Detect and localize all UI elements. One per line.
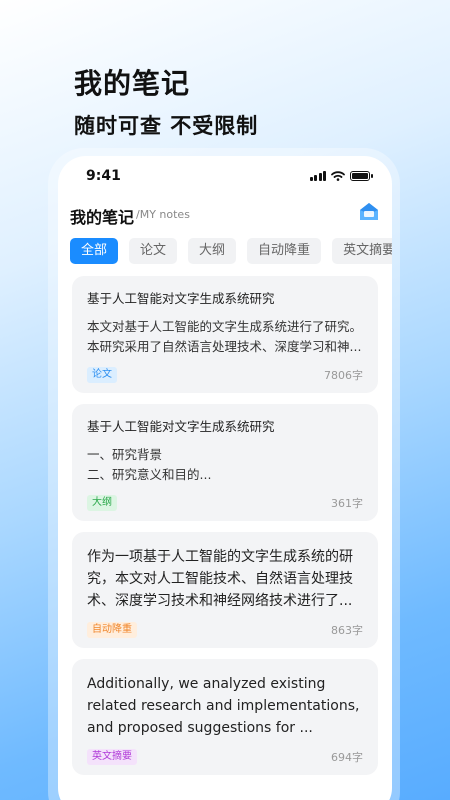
promo-title: 我的笔记 <box>74 67 191 100</box>
note-excerpt: 作为一项基于人工智能的文字生成系统的研 究，本文对人工智能技术、自然语言处理技 … <box>87 546 363 612</box>
category-tabs: 全部 论文 大纲 自动降重 英文摘要 <box>70 238 392 264</box>
promo-banner: 我的笔记 随时可查 不受限制 <box>74 62 258 140</box>
wifi-icon <box>331 171 345 181</box>
note-word-count: 361字 <box>331 497 363 510</box>
note-excerpt-line: 本文对基于人工智能的文字生成系统进行了研究。 <box>87 319 363 334</box>
note-excerpt-line: and proposed suggestions for ... <box>87 720 313 736</box>
note-excerpt-line: 本研究采用了自然语言处理技术、深度学习和神... <box>87 339 362 354</box>
note-card[interactable]: 作为一项基于人工智能的文字生成系统的研 究，本文对人工智能技术、自然语言处理技 … <box>72 532 378 648</box>
note-card[interactable]: Additionally, we analyzed existing relat… <box>72 659 378 775</box>
tab-paper[interactable]: 论文 <box>129 238 178 264</box>
tab-auto-rewrite[interactable]: 自动降重 <box>247 238 322 264</box>
note-title: 基于人工智能对文字生成系统研究 <box>87 291 275 306</box>
status-time: 9:41 <box>86 168 121 184</box>
note-excerpt-line: 二、研究意义和目的... <box>87 467 212 482</box>
note-excerpt: 一、研究背景 二、研究意义和目的... <box>87 445 363 485</box>
status-bar: 9:41 <box>58 156 392 196</box>
promo-subtitle: 随时可查 不受限制 <box>74 114 259 138</box>
note-footer: 论文 7806字 <box>87 357 363 393</box>
note-excerpt-line: 作为一项基于人工智能的文字生成系统的研 <box>87 549 353 565</box>
tab-outline[interactable]: 大纲 <box>188 238 237 264</box>
note-footer: 自动降重 863字 <box>87 612 363 648</box>
notebook-icon[interactable] <box>358 202 380 222</box>
note-excerpt-line: 术、深度学习技术和神经网络技术进行了... <box>87 593 353 609</box>
note-footer: 英文摘要 694字 <box>87 739 363 775</box>
note-excerpt: Additionally, we analyzed existing relat… <box>87 673 363 739</box>
status-icons <box>309 171 373 181</box>
note-excerpt-line: 一、研究背景 <box>87 447 163 462</box>
note-card[interactable]: 基于人工智能对文字生成系统研究 本文对基于人工智能的文字生成系统进行了研究。 本… <box>72 276 378 393</box>
page-subtitle: /MY notes <box>136 208 190 221</box>
note-tag-badge: 大纲 <box>87 495 117 511</box>
app-header: 我的笔记 /MY notes <box>70 200 380 230</box>
note-tag-badge: 自动降重 <box>87 622 137 638</box>
notes-list: 基于人工智能对文字生成系统研究 本文对基于人工智能的文字生成系统进行了研究。 本… <box>72 276 378 786</box>
note-title: 基于人工智能对文字生成系统研究 <box>87 419 275 434</box>
cellular-signal-icon <box>309 171 326 181</box>
note-excerpt-line: Additionally, we analyzed existing <box>87 676 326 692</box>
note-word-count: 694字 <box>331 751 363 764</box>
note-card[interactable]: 基于人工智能对文字生成系统研究 一、研究背景 二、研究意义和目的... 大纲 3… <box>72 404 378 521</box>
note-word-count: 7806字 <box>324 369 363 382</box>
tab-english-abstract[interactable]: 英文摘要 <box>332 238 392 264</box>
note-word-count: 863字 <box>331 624 363 637</box>
phone-screen: 9:41 我的笔记 /MY notes 全部 论文 大纲 自动降重 英文摘要 基… <box>58 156 392 800</box>
note-excerpt: 本文对基于人工智能的文字生成系统进行了研究。 本研究采用了自然语言处理技术、深度… <box>87 317 363 357</box>
battery-icon <box>350 171 373 181</box>
page-title: 我的笔记 <box>70 208 135 227</box>
note-footer: 大纲 361字 <box>87 485 363 521</box>
note-excerpt-line: 究，本文对人工智能技术、自然语言处理技 <box>87 571 353 587</box>
note-tag-badge: 论文 <box>87 367 117 383</box>
note-excerpt-line: related research and implementations, <box>87 698 360 714</box>
tab-all[interactable]: 全部 <box>70 238 119 264</box>
note-tag-badge: 英文摘要 <box>87 749 137 765</box>
